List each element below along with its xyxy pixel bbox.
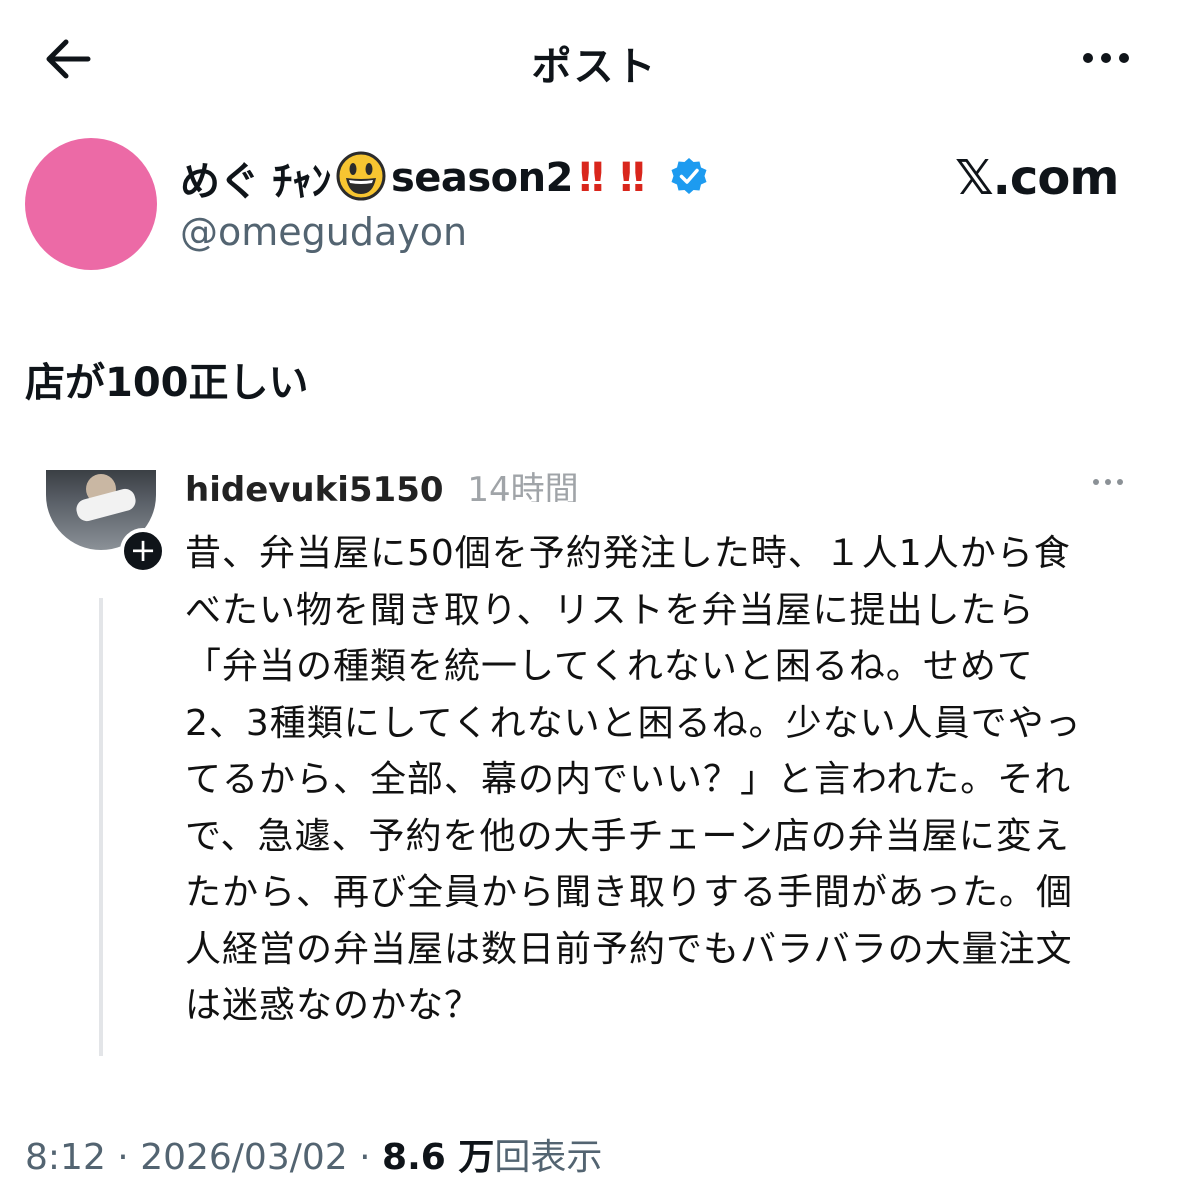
- reply-more-icon: [1088, 474, 1128, 490]
- page-title: ポスト: [531, 44, 658, 90]
- reply-line: 昔、弁当屋に50個を予約発注した時、１人1人から食: [185, 533, 1071, 574]
- author-avatar[interactable]: [25, 138, 157, 270]
- reply-header: hideyuki5150 14時間: [185, 462, 579, 502]
- reply-line: 人経営の弁当屋は数日前予約でもバラバラの大量注文: [185, 928, 1073, 970]
- post-metadata: 8:12 · 2026/03/02 · 8.6 万回表示: [25, 1128, 602, 1180]
- reply-line: てるから、全部、幕の内でいい？」と言われた。それ: [185, 759, 1072, 800]
- embedded-reply-image: + hideyuki5150 14時間 昔、弁当屋に50個を予約発注した時、１人…: [40, 462, 1150, 1062]
- meta-separator: ·: [105, 1137, 141, 1178]
- author-name-season: season2: [390, 155, 574, 201]
- reply-body: 昔、弁当屋に50個を予約発注した時、１人1人から食 べたい物を聞き取り、リストを…: [185, 526, 1145, 1035]
- views-count[interactable]: 8.6 万: [382, 1137, 494, 1178]
- author-handle[interactable]: @omegudayon: [180, 210, 467, 254]
- reply-line: 「弁当の種類を統一してくれないと困るね。せめて: [185, 646, 1034, 687]
- double-exclamation-emoji-icon: ‼: [620, 155, 645, 201]
- views-label[interactable]: 回表示: [494, 1137, 602, 1178]
- meta-separator: ·: [347, 1137, 383, 1178]
- post-time: 8:12: [25, 1137, 106, 1178]
- reply-line: 2、3種類にしてくれないと困るね。少ない人員でやっ: [185, 702, 1082, 744]
- thread-line: [99, 598, 103, 1056]
- verified-badge-icon: [669, 156, 709, 200]
- author-name-text: めぐ ﾁｬﾝ: [180, 159, 331, 205]
- author-display-name[interactable]: めぐ ﾁｬﾝ season2 ‼ ‼: [180, 150, 709, 206]
- reply-timestamp: 14時間: [467, 470, 579, 502]
- reply-line: べたい物を聞き取り、リストを弁当屋に提出したら: [185, 589, 1035, 631]
- x-com-watermark: 𝕏.com: [955, 150, 1119, 206]
- top-navigation-bar: ポスト: [0, 0, 1189, 116]
- grinning-face-emoji-icon: [335, 150, 387, 206]
- post-date: 2026/03/02: [140, 1137, 348, 1178]
- reply-line: で、急遽、予約を他の大手チェーン店の弁当屋に変え: [185, 815, 1070, 857]
- post-text: 店が100正しい: [25, 360, 309, 406]
- reply-line: たから、再び全員から聞き取りする手間があった。個: [185, 872, 1074, 913]
- reply-line: は迷惑なのかな？: [185, 985, 482, 1026]
- more-options-icon[interactable]: [1076, 38, 1136, 78]
- reply-username: hideyuki5150: [185, 470, 444, 502]
- double-exclamation-emoji-icon: ‼: [578, 155, 604, 201]
- follow-plus-icon: +: [120, 528, 166, 574]
